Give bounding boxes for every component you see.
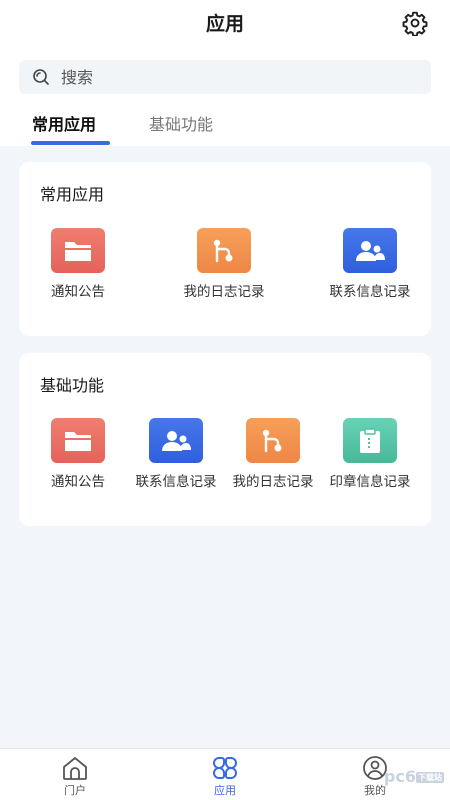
section-title: 常用应用 [40,185,105,204]
title-bar: 应用 [0,0,450,48]
tab-underline [31,141,110,145]
app-label: 印章信息记录 [329,474,411,490]
section-common-apps: 常用应用 通知公告 我的日志记录 联系信息记录 [19,162,431,336]
bottom-nav: 门户 应用 我的 pc6 下载站 [0,748,450,800]
folder-icon [51,418,105,463]
top-area: 应用 常用应用 基础功能 [0,0,450,146]
nav-item-portal[interactable]: 门户 [45,755,105,798]
search-icon [33,69,49,85]
search-input[interactable] [61,67,361,87]
watermark: pc6 下载站 [384,767,444,786]
log-icon [246,418,300,463]
section-basic-functions: 基础功能 通知公告 联系信息记录 我的日志记录 印章信息记录 [19,353,431,526]
tab-common-apps[interactable]: 常用应用 [32,111,96,135]
app-label: 通知公告 [51,284,105,300]
app-my-log[interactable]: 我的日志记录 [228,418,318,491]
log-icon [197,228,251,273]
app-my-log[interactable]: 我的日志记录 [179,228,269,301]
section-title: 基础功能 [40,376,105,395]
contacts-icon [149,418,203,463]
gear-icon[interactable] [402,10,428,36]
clipboard-icon [343,418,397,463]
home-icon [63,757,87,780]
folder-icon [51,228,105,273]
app-label: 联系信息记录 [135,474,217,490]
nav-item-apps[interactable]: 应用 [195,755,255,798]
nav-label: 应用 [214,784,236,797]
app-label: 我的日志记录 [232,474,314,490]
tab-bar: 常用应用 基础功能 [0,105,450,146]
tab-basic-functions[interactable]: 基础功能 [149,111,213,135]
app-seal[interactable]: 印章信息记录 [325,418,415,491]
apps-icon [213,757,237,779]
app-contacts[interactable]: 联系信息记录 [325,228,415,301]
app-notice[interactable]: 通知公告 [33,228,123,301]
app-label: 通知公告 [51,474,105,490]
page-title: 应用 [205,13,244,35]
contacts-icon [343,228,397,273]
app-label: 我的日志记录 [183,284,265,300]
search-bar[interactable] [19,60,431,94]
nav-label: 门户 [64,784,86,797]
app-contacts[interactable]: 联系信息记录 [131,418,221,491]
app-notice[interactable]: 通知公告 [33,418,123,491]
app-label: 联系信息记录 [329,284,411,300]
watermark-text: pc6 [383,767,416,786]
watermark-badge: 下载站 [416,772,444,783]
